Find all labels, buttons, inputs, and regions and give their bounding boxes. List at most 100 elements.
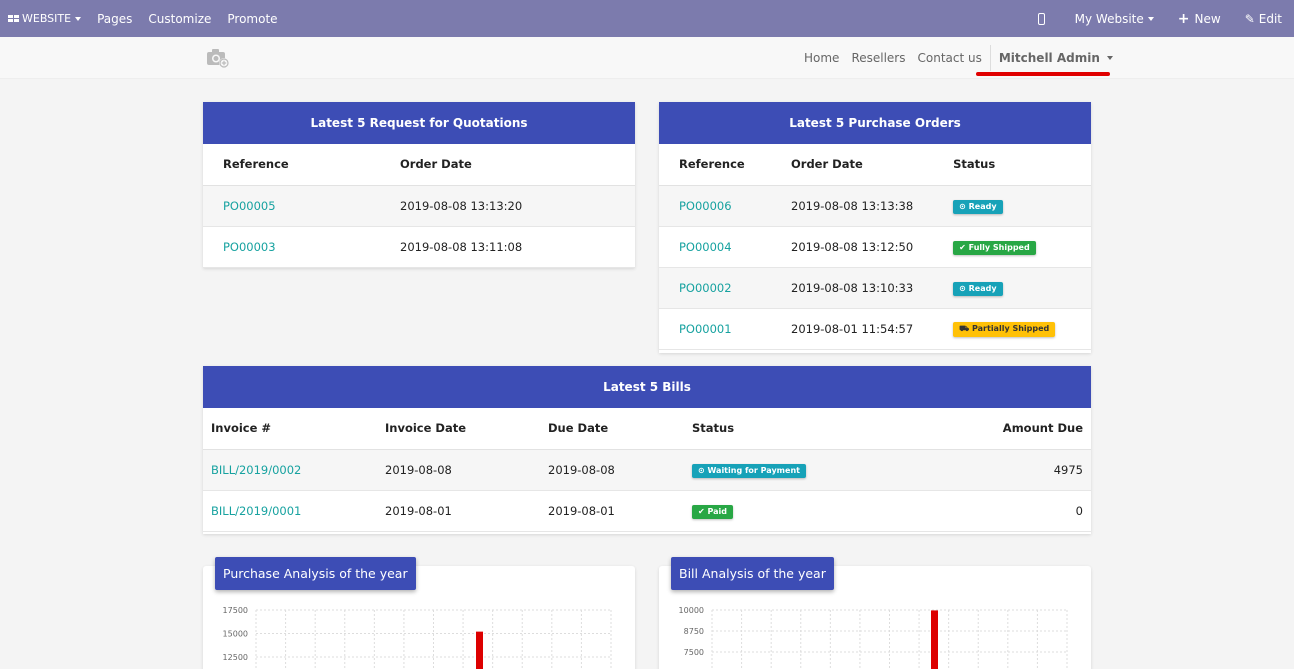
reference-link[interactable]: PO00005 — [203, 185, 380, 227]
purchase-analysis-card: 17500 15000 12500 Purchase Analysis of the… — [203, 557, 635, 669]
y-tick-label: 8750 — [684, 627, 704, 636]
nav-divider — [989, 45, 991, 71]
chevron-down-icon — [1147, 16, 1154, 21]
column-header: Status — [684, 408, 918, 450]
user-menu-label: Mitchell Admin — [998, 51, 1100, 65]
website-menu[interactable]: WEBSITE — [0, 0, 89, 37]
nav-home[interactable]: Home — [798, 51, 845, 65]
user-menu-underline — [976, 72, 1110, 76]
bill-analysis-card: 10000875075006250 Bill Analysis of the y… — [659, 557, 1091, 669]
column-header: Order Date — [380, 144, 635, 186]
y-tick-label: 15000 — [223, 630, 248, 639]
mobile-phone-icon — [1037, 12, 1045, 25]
rfq-card: Latest 5 Request for Quotations Referenc… — [203, 102, 635, 268]
table-row[interactable]: PO00005 2019-08-08 13:13:20 — [203, 185, 635, 227]
pencil-icon: ✎ — [1244, 11, 1255, 26]
order-date: 2019-08-08 13:10:33 — [771, 267, 934, 309]
chevron-down-icon — [75, 16, 82, 21]
reference-link[interactable]: PO00001 — [659, 308, 771, 350]
status-text: Partially Shipped — [972, 324, 1050, 333]
rfq-table: Reference Order Date PO00005 2019-08-08 … — [203, 144, 635, 268]
column-header: Invoice # — [203, 408, 377, 450]
status-badge: ✔ Paid — [692, 504, 734, 519]
order-date: 2019-08-08 13:13:20 — [380, 185, 635, 227]
column-header: Amount Due — [917, 408, 1091, 450]
user-menu[interactable]: Mitchell Admin — [993, 51, 1119, 65]
status-text: Paid — [707, 506, 728, 516]
check-icon: ✔ — [698, 506, 708, 516]
rfq-card-title: Latest 5 Request for Quotations — [203, 102, 635, 144]
table-row[interactable]: PO00001 2019-08-01 11:54:57 ⛟ Partially … — [659, 308, 1091, 350]
reference-link[interactable]: PO00002 — [659, 267, 771, 309]
table-row[interactable]: PO00002 2019-08-08 13:10:33 ⊙ Ready — [659, 267, 1091, 309]
amount-due: 0 — [917, 490, 1091, 532]
nav-contact-us[interactable]: Contact us — [912, 51, 988, 65]
promote-menu[interactable]: Promote — [219, 0, 285, 37]
admin-bar: WEBSITE Pages Customize Promote My Websi… — [0, 0, 1294, 37]
website-switcher-label: My Website — [1074, 11, 1144, 26]
clock-icon: ⊙ — [959, 201, 969, 211]
y-tick-label: 17500 — [223, 606, 248, 615]
reference-link[interactable]: PO00006 — [659, 185, 771, 227]
table-row[interactable]: PO00004 2019-08-08 13:12:50 ✔ Fully Ship… — [659, 226, 1091, 268]
column-header: Reference — [659, 144, 771, 186]
bills-card: Latest 5 Bills Invoice # Invoice Date Du… — [203, 366, 1091, 534]
camera-logo-icon[interactable] — [206, 47, 230, 69]
y-tick-label: 7500 — [684, 648, 704, 657]
y-tick-label: 12500 — [223, 653, 248, 662]
customize-menu[interactable]: Customize — [140, 0, 219, 37]
order-date: 2019-08-01 11:54:57 — [771, 308, 934, 350]
website-menu-label: WEBSITE — [22, 12, 72, 25]
mobile-preview-button[interactable] — [1030, 0, 1067, 37]
order-date: 2019-08-08 13:11:08 — [380, 226, 635, 268]
purchase-orders-card-title: Latest 5 Purchase Orders — [659, 102, 1091, 144]
purchase-analysis-title: Purchase Analysis of the year — [215, 557, 416, 590]
purchase-orders-card: Latest 5 Purchase Orders Reference Order… — [659, 102, 1091, 353]
column-header: Reference — [203, 144, 380, 186]
edit-button[interactable]: ✎ Edit — [1237, 0, 1294, 37]
clock-icon: ⊙ — [698, 465, 708, 475]
chevron-down-icon — [1106, 56, 1113, 60]
status-text: Waiting for Payment — [707, 465, 800, 475]
column-header: Order Date — [771, 144, 934, 186]
chart-bar — [931, 610, 938, 669]
order-date: 2019-08-08 13:13:38 — [771, 185, 934, 227]
status-badge: ⛟ Partially Shipped — [953, 322, 1056, 337]
table-row[interactable]: PO00003 2019-08-08 13:11:08 — [203, 226, 635, 268]
invoice-date: 2019-08-08 — [377, 449, 540, 491]
clock-icon: ⊙ — [959, 283, 969, 293]
bills-table: Invoice # Invoice Date Due Date Status A… — [203, 408, 1091, 532]
status-text: Fully Shipped — [968, 242, 1030, 252]
pages-menu[interactable]: Pages — [89, 0, 140, 37]
website-navbar: Home Resellers Contact us Mitchell Admin — [0, 37, 1294, 79]
table-row[interactable]: PO00006 2019-08-08 13:13:38 ⊙ Ready — [659, 185, 1091, 227]
apps-grid-icon — [8, 15, 19, 22]
table-row[interactable]: BILL/2019/0001 2019-08-01 2019-08-01 ✔ P… — [203, 490, 1091, 532]
bill-analysis-title: Bill Analysis of the year — [671, 557, 834, 590]
status-text: Ready — [968, 283, 997, 293]
new-button[interactable]: + New — [1170, 0, 1237, 37]
table-row[interactable]: BILL/2019/0002 2019-08-08 2019-08-08 ⊙ W… — [203, 449, 1091, 491]
amount-due: 4975 — [917, 449, 1091, 491]
reference-link[interactable]: PO00003 — [203, 226, 380, 268]
invoice-link[interactable]: BILL/2019/0001 — [203, 490, 377, 532]
purchase-orders-table: Reference Order Date Status PO00006 2019… — [659, 144, 1091, 350]
status-badge: ⊙ Ready — [953, 199, 1003, 214]
edit-button-label: Edit — [1258, 11, 1282, 26]
invoice-link[interactable]: BILL/2019/0002 — [203, 449, 377, 491]
status-badge: ✔ Fully Shipped — [953, 240, 1036, 255]
column-header: Due Date — [540, 408, 684, 450]
invoice-date: 2019-08-01 — [377, 490, 540, 532]
nav-resellers[interactable]: Resellers — [845, 51, 911, 65]
check-icon: ✔ — [959, 242, 969, 252]
new-button-label: New — [1194, 11, 1221, 26]
y-tick-label: 10000 — [679, 606, 704, 615]
due-date: 2019-08-08 — [540, 449, 684, 491]
website-switcher[interactable]: My Website — [1067, 0, 1170, 37]
reference-link[interactable]: PO00004 — [659, 226, 771, 268]
chart-bar — [476, 631, 483, 669]
column-header: Status — [933, 144, 1091, 186]
order-date: 2019-08-08 13:12:50 — [771, 226, 934, 268]
status-badge: ⊙ Ready — [953, 281, 1003, 296]
truck-icon: ⛟ — [959, 324, 972, 333]
